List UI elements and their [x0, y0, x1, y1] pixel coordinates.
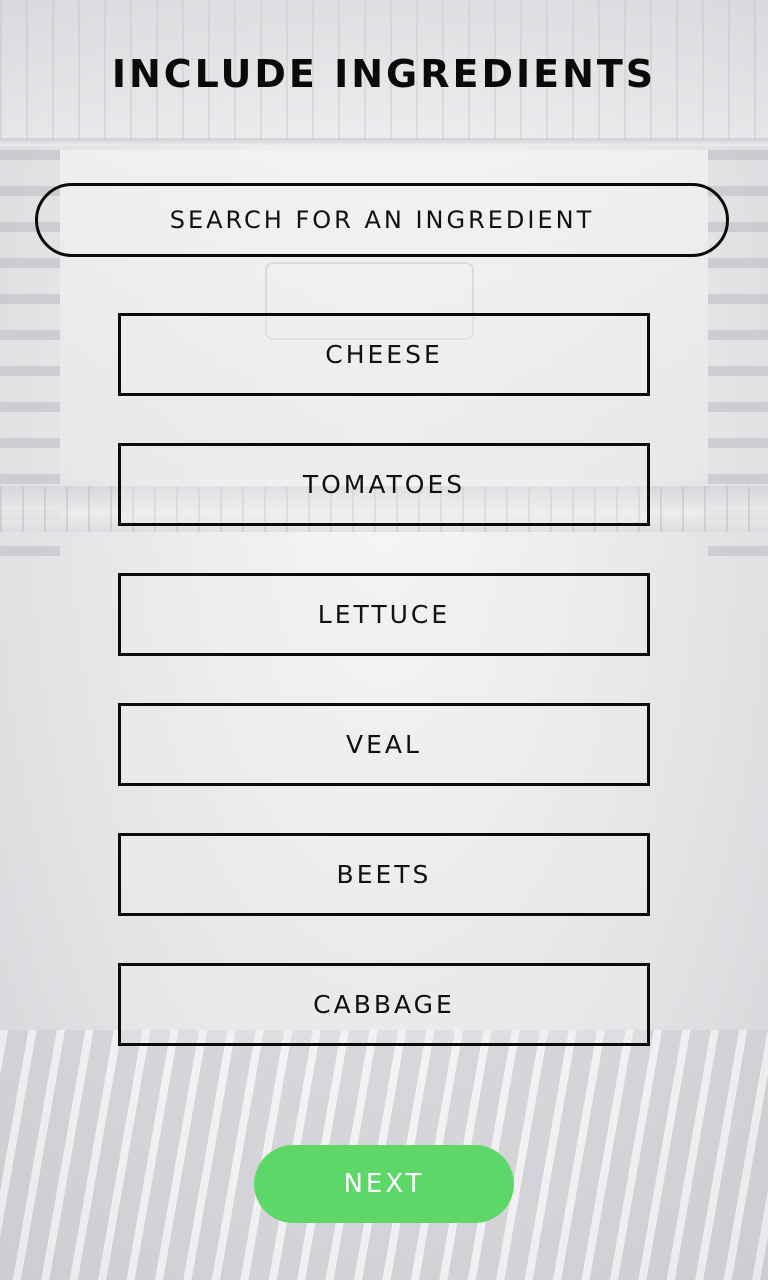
page-title: INCLUDE INGREDIENTS [111, 52, 657, 96]
ingredient-option-cheese[interactable]: CHEESE [118, 313, 650, 396]
ingredient-list: CHEESE TOMATOES LETTUCE VEAL BEETS CABBA… [118, 313, 650, 1093]
ingredient-search-input[interactable] [70, 205, 694, 235]
ingredient-option-cabbage[interactable]: CABBAGE [118, 963, 650, 1046]
fridge-top-edge [0, 138, 768, 146]
ingredient-option-veal[interactable]: VEAL [118, 703, 650, 786]
search-box[interactable] [35, 183, 729, 257]
ingredient-option-tomatoes[interactable]: TOMATOES [118, 443, 650, 526]
ingredient-option-lettuce[interactable]: LETTUCE [118, 573, 650, 656]
next-button[interactable]: NEXT [254, 1145, 514, 1223]
ingredient-option-beets[interactable]: BEETS [118, 833, 650, 916]
